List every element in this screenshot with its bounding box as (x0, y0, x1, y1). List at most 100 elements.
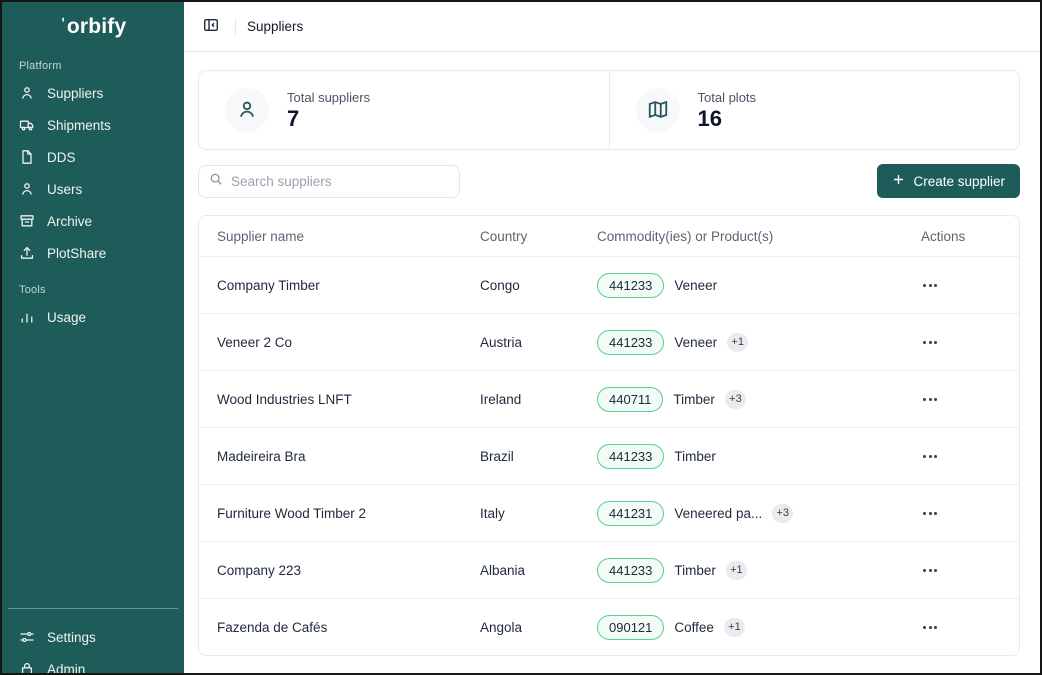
supplier-name-cell: Fazenda de Cafés (217, 620, 480, 635)
sidebar-bottom: Settings Admin (2, 608, 184, 673)
commodity-code-badge: 441233 (597, 558, 664, 583)
sidebar-item-admin[interactable]: Admin (2, 653, 184, 673)
topbar-divider (235, 18, 236, 36)
commodity-code-badge: 090121 (597, 615, 664, 640)
sidebar-item-users[interactable]: Users (2, 173, 184, 205)
truck-icon (19, 117, 35, 133)
more-options-icon (923, 626, 937, 629)
table-row[interactable]: Company 223 Albania 441233 Timber +1 (199, 541, 1019, 598)
map-icon (636, 88, 680, 132)
table-row[interactable]: Veneer 2 Co Austria 441233 Veneer +1 (199, 313, 1019, 370)
table-row[interactable]: Fazenda de Cafés Angola 090121 Coffee +1 (199, 598, 1019, 655)
plus-icon (892, 173, 905, 189)
sidebar-item-label: Usage (47, 310, 86, 325)
sidebar-item-usage[interactable]: Usage (2, 301, 184, 333)
commodity-cell: 441233 Veneer +1 (597, 330, 909, 355)
stat-value: 16 (698, 107, 757, 130)
more-options-icon (923, 398, 937, 401)
column-header-actions: Actions (909, 229, 1019, 244)
sidebar: ˈorbify PlatformSuppliersShipmentsDDSUse… (2, 2, 184, 673)
extra-count-badge: +1 (727, 333, 748, 352)
commodity-code-badge: 440711 (597, 387, 663, 412)
commodity-cell: 440711 Timber +3 (597, 387, 909, 412)
actions-cell (909, 620, 1019, 635)
country-cell: Austria (480, 335, 597, 350)
actions-cell (909, 449, 1019, 464)
supplier-name-cell: Madeireira Bra (217, 449, 480, 464)
table-row[interactable]: Company Timber Congo 441233 Veneer (199, 256, 1019, 313)
extra-count-badge: +1 (726, 561, 747, 580)
commodity-code-badge: 441231 (597, 501, 664, 526)
extra-count-badge: +1 (724, 618, 745, 637)
row-more-options-button[interactable] (921, 563, 939, 578)
lock-icon (19, 661, 35, 673)
commodity-code-badge: 441233 (597, 330, 664, 355)
country-cell: Angola (480, 620, 597, 635)
row-more-options-button[interactable] (921, 620, 939, 635)
sidebar-item-label: Admin (47, 662, 85, 674)
sidebar-collapse-button[interactable] (198, 14, 224, 40)
topbar: Suppliers (184, 2, 1040, 52)
commodity-code-badge: 441233 (597, 444, 664, 469)
row-more-options-button[interactable] (921, 278, 939, 293)
sidebar-divider (8, 608, 178, 609)
product-label: Timber (674, 563, 716, 578)
country-cell: Italy (480, 506, 597, 521)
more-options-icon (923, 341, 937, 344)
commodity-cell: 441233 Veneer (597, 273, 909, 298)
product-label: Timber (673, 392, 715, 407)
sliders-icon (19, 629, 35, 645)
row-more-options-button[interactable] (921, 449, 939, 464)
more-options-icon (923, 284, 937, 287)
column-header-supplier-name: Supplier name (217, 229, 480, 244)
sidebar-item-label: DDS (47, 150, 76, 165)
sidebar-item-label: Users (47, 182, 82, 197)
sidebar-item-shipments[interactable]: Shipments (2, 109, 184, 141)
stat-total-plots: Total plots 16 (609, 71, 1020, 149)
extra-count-badge: +3 (772, 504, 793, 523)
create-supplier-button[interactable]: Create supplier (877, 164, 1020, 198)
sidebar-item-suppliers[interactable]: Suppliers (2, 77, 184, 109)
commodity-cell: 441231 Veneered pa... +3 (597, 501, 909, 526)
country-cell: Congo (480, 278, 597, 293)
product-label: Timber (674, 449, 716, 464)
column-header-commodity: Commodity(ies) or Product(s) (597, 229, 909, 244)
table-row[interactable]: Wood Industries LNFT Ireland 440711 Timb… (199, 370, 1019, 427)
country-cell: Brazil (480, 449, 597, 464)
commodity-code-badge: 441233 (597, 273, 664, 298)
sidebar-item-label: Shipments (47, 118, 111, 133)
orbify-logo: ˈorbify (2, 2, 184, 45)
supplier-name-cell: Company Timber (217, 278, 480, 293)
sidebar-item-plotshare[interactable]: PlotShare (2, 237, 184, 269)
product-label: Veneer (674, 335, 717, 350)
product-label: Coffee (674, 620, 714, 635)
create-supplier-label: Create supplier (913, 174, 1005, 189)
sidebar-item-settings[interactable]: Settings (2, 621, 184, 653)
actions-cell (909, 392, 1019, 407)
supplier-name-cell: Wood Industries LNFT (217, 392, 480, 407)
row-more-options-button[interactable] (921, 506, 939, 521)
sidebar-item-archive[interactable]: Archive (2, 205, 184, 237)
main-area: Suppliers Total suppliers 7 (184, 2, 1040, 673)
sidebar-item-label: PlotShare (47, 246, 106, 261)
table-row[interactable]: Furniture Wood Timber 2 Italy 441231 Ven… (199, 484, 1019, 541)
panel-collapse-icon (203, 17, 219, 36)
archive-icon (19, 213, 35, 229)
commodity-cell: 441233 Timber (597, 444, 909, 469)
extra-count-badge: +3 (725, 390, 746, 409)
more-options-icon (923, 569, 937, 572)
sidebar-section-label: Tools (2, 269, 184, 301)
more-options-icon (923, 455, 937, 458)
column-header-country: Country (480, 229, 597, 244)
row-more-options-button[interactable] (921, 392, 939, 407)
stats-card: Total suppliers 7 Total plots 16 (198, 70, 1020, 150)
bar-chart-icon (19, 309, 35, 325)
table-row[interactable]: Madeireira Bra Brazil 441233 Timber (199, 427, 1019, 484)
search-box (198, 165, 460, 198)
sidebar-item-dds[interactable]: DDS (2, 141, 184, 173)
supplier-name-cell: Veneer 2 Co (217, 335, 480, 350)
search-input[interactable] (231, 174, 449, 189)
row-more-options-button[interactable] (921, 335, 939, 350)
stat-label: Total plots (698, 90, 757, 105)
stat-label: Total suppliers (287, 90, 370, 105)
